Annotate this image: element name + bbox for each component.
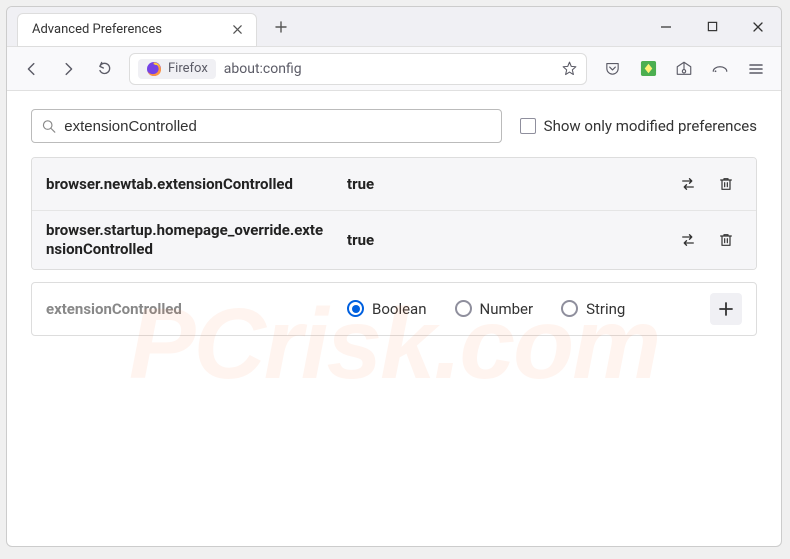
radio-icon: [455, 300, 472, 317]
delete-button[interactable]: [710, 224, 742, 256]
radio-icon: [561, 300, 578, 317]
browser-window: Advanced Preferences: [6, 6, 782, 547]
preference-actions: [672, 224, 742, 256]
account-button[interactable]: [667, 52, 701, 86]
window-controls: [643, 7, 781, 47]
address-bar[interactable]: Firefox about:config: [129, 53, 587, 85]
radio-boolean[interactable]: Boolean: [347, 300, 427, 318]
search-input[interactable]: [64, 118, 490, 135]
app-menu-button[interactable]: [739, 52, 773, 86]
forward-button[interactable]: [51, 52, 85, 86]
radio-string[interactable]: String: [561, 300, 625, 318]
browser-tab[interactable]: Advanced Preferences: [17, 13, 257, 47]
pocket-button[interactable]: [595, 52, 629, 86]
preferences-table: browser.newtab.extensionControlled true …: [31, 157, 757, 270]
titlebar: Advanced Preferences: [7, 7, 781, 47]
preference-value: true: [347, 175, 656, 193]
reload-button[interactable]: [87, 52, 121, 86]
preference-name: browser.newtab.extensionControlled: [46, 175, 331, 194]
show-only-modified-label: Show only modified preferences: [544, 117, 757, 135]
minimize-button[interactable]: [643, 7, 689, 47]
url-text: about:config: [224, 61, 302, 77]
show-only-modified-toggle[interactable]: Show only modified preferences: [520, 117, 757, 135]
preference-value: true: [347, 231, 656, 249]
search-icon: [42, 119, 56, 134]
tab-title: Advanced Preferences: [32, 22, 228, 37]
search-row: Show only modified preferences: [31, 109, 757, 143]
add-preference-button[interactable]: [710, 293, 742, 325]
radio-label: String: [586, 300, 625, 318]
type-radio-group: Boolean Number String: [347, 300, 694, 318]
new-tab-button[interactable]: [267, 13, 295, 41]
extension-button[interactable]: [631, 52, 665, 86]
toggle-button[interactable]: [672, 168, 704, 200]
page-content: PCrisk.com Show only modified preference…: [7, 91, 781, 546]
radio-label: Boolean: [372, 300, 427, 318]
new-preference-name: extensionControlled: [46, 300, 331, 318]
toggle-button[interactable]: [672, 224, 704, 256]
maximize-button[interactable]: [689, 7, 735, 47]
bookmark-star-button[interactable]: [561, 60, 578, 77]
identity-label: Firefox: [168, 61, 208, 76]
delete-button[interactable]: [710, 168, 742, 200]
radio-icon: [347, 300, 364, 317]
identity-chip[interactable]: Firefox: [138, 59, 216, 79]
sync-button[interactable]: [703, 52, 737, 86]
preference-row: browser.startup.homepage_override.extens…: [32, 211, 756, 269]
preference-row: browser.newtab.extensionControlled true: [32, 158, 756, 211]
back-button[interactable]: [15, 52, 49, 86]
close-window-button[interactable]: [735, 7, 781, 47]
checkbox-icon: [520, 118, 536, 134]
firefox-icon: [146, 61, 162, 77]
search-box[interactable]: [31, 109, 502, 143]
new-preference-row: extensionControlled Boolean Number Strin…: [31, 282, 757, 336]
radio-number[interactable]: Number: [455, 300, 534, 318]
preference-actions: [672, 168, 742, 200]
preference-name: browser.startup.homepage_override.extens…: [46, 221, 331, 259]
radio-label: Number: [480, 300, 534, 318]
navigation-bar: Firefox about:config: [7, 47, 781, 91]
close-tab-button[interactable]: [228, 21, 246, 39]
